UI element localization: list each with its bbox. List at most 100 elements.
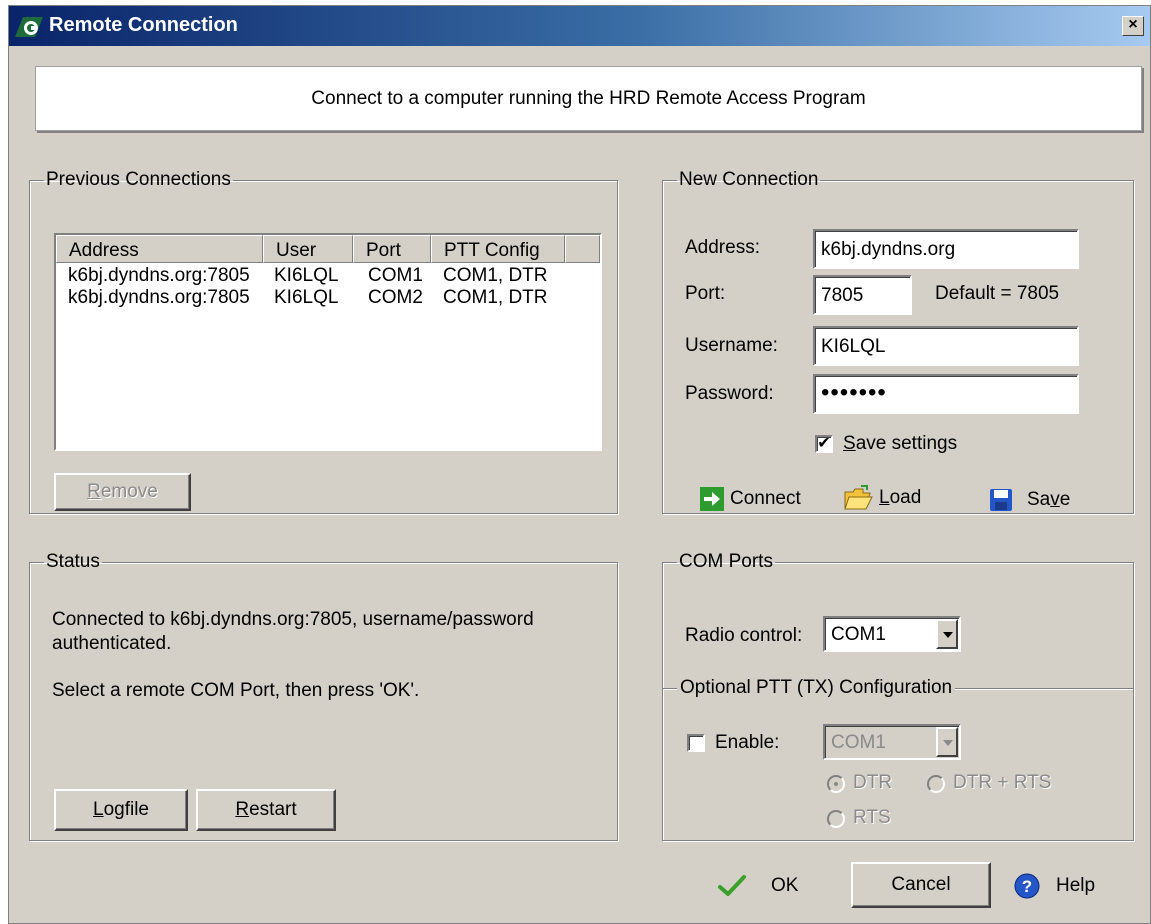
status-legend: Status (46, 551, 100, 572)
com-ports-legend: COM Ports (679, 551, 773, 572)
checkmark-icon: ✔ (817, 435, 831, 452)
save-button[interactable]: Save (989, 488, 1070, 512)
status-line-1: Connected to k6bj.dyndns.org:7805, usern… (52, 609, 534, 630)
remote-connection-window: Remote Connection × Connect to a compute… (8, 5, 1151, 924)
logfile-mnemonic: L (93, 799, 104, 820)
ptt-enable-label[interactable]: Enable: (715, 732, 779, 754)
ptt-dtr-rts-label[interactable]: DTR + RTS (953, 772, 1051, 794)
password-label: Password: (685, 383, 774, 404)
help-question-icon: ? (1014, 873, 1040, 899)
save-settings-mnemonic: S (843, 433, 856, 454)
save-label-post: e (1059, 489, 1071, 510)
status-group: Status Connected to k6bj.dyndns.org:7805… (29, 551, 618, 841)
hrd-app-icon (15, 17, 43, 37)
help-button[interactable]: ? Help (1014, 873, 1095, 899)
chevron-down-icon[interactable] (936, 619, 958, 649)
column-header-address[interactable]: Address (56, 235, 263, 263)
address-label: Address: (685, 237, 760, 258)
save-label-pre: Sa (1027, 489, 1051, 510)
cancel-label: Cancel (891, 874, 951, 895)
status-line-2: authenticated. (52, 633, 172, 654)
row-user: KI6LQL (274, 265, 339, 286)
chevron-down-icon[interactable] (936, 727, 958, 757)
checkmark-icon (718, 875, 746, 896)
load-label: oad (889, 487, 922, 508)
close-button[interactable]: × (1122, 16, 1144, 36)
ok-label: OK (771, 875, 799, 896)
ptt-port-select[interactable]: COM1 (823, 724, 961, 760)
column-header-filler (565, 235, 600, 263)
window-title: Remote Connection (49, 14, 238, 36)
column-header-ptt-config[interactable]: PTT Config (431, 235, 565, 263)
column-header-user[interactable]: User (263, 235, 353, 263)
ptt-dtr-label[interactable]: DTR (853, 772, 892, 794)
address-input[interactable]: k6bj.dyndns.org (813, 229, 1079, 269)
cancel-button[interactable]: Cancel (851, 862, 991, 908)
row-port: COM1 (368, 265, 423, 286)
row-ptt-config: COM1, DTR (443, 265, 548, 286)
username-input[interactable]: KI6LQL (813, 326, 1079, 366)
com-ports-group: COM Ports Radio control: COM1 Optional P… (662, 551, 1134, 841)
row-ptt-config: COM1, DTR (443, 287, 548, 308)
previous-connections-group: Previous Connections Address User Port P… (29, 169, 618, 514)
status-line-3: Select a remote COM Port, then press 'OK… (52, 680, 420, 701)
restart-button[interactable]: Restart (196, 789, 336, 831)
ptt-port-value: COM1 (831, 732, 886, 753)
save-settings-text: ave settings (855, 433, 958, 454)
connect-arrow-icon (700, 487, 724, 511)
previous-connections-legend: Previous Connections (46, 169, 231, 190)
save-settings-label[interactable]: Save settings (843, 433, 957, 455)
load-mnemonic: L (879, 487, 890, 508)
password-value: ••••••• (821, 379, 887, 406)
close-icon: × (1128, 16, 1138, 33)
radio-control-value: COM1 (831, 624, 886, 645)
ptt-dtr-radio[interactable] (827, 775, 845, 793)
address-value: k6bj.dyndns.org (821, 239, 956, 260)
radio-control-select[interactable]: COM1 (823, 616, 961, 652)
banner-text: Connect to a computer running the HRD Re… (311, 87, 866, 109)
svg-text:?: ? (1022, 877, 1032, 896)
save-settings-checkbox[interactable]: ✔ (815, 435, 833, 453)
logfile-button[interactable]: Logfile (54, 789, 188, 831)
floppy-disk-icon (990, 489, 1012, 511)
connect-button[interactable]: Connect (700, 487, 801, 511)
row-port: COM2 (368, 287, 423, 308)
folder-open-icon (844, 485, 873, 510)
connect-label: Connect (730, 488, 801, 509)
connections-list-header: Address User Port PTT Config (56, 235, 600, 263)
help-label: Help (1056, 875, 1096, 896)
remove-label: emove (100, 481, 158, 502)
radio-control-label: Radio control: (685, 625, 803, 646)
new-connection-legend: New Connection (679, 169, 819, 190)
logfile-label: ogfile (103, 799, 149, 820)
ptt-rts-label[interactable]: RTS (853, 807, 891, 829)
restart-mnemonic: R (235, 799, 250, 820)
remove-button[interactable]: Remove (54, 473, 191, 511)
password-input[interactable]: ••••••• (813, 374, 1079, 414)
ptt-dtr-rts-radio[interactable] (927, 775, 945, 793)
remove-mnemonic: R (87, 481, 101, 502)
port-default-hint: Default = 7805 (935, 283, 1060, 304)
row-user: KI6LQL (274, 287, 339, 308)
title-bar[interactable]: Remote Connection × (9, 6, 1150, 46)
username-value: KI6LQL (821, 336, 886, 357)
column-header-port[interactable]: Port (353, 235, 431, 263)
port-label: Port: (685, 283, 726, 304)
port-input[interactable]: 7805 (813, 275, 912, 315)
row-address: k6bj.dyndns.org:7805 (68, 265, 250, 286)
instruction-banner: Connect to a computer running the HRD Re… (35, 66, 1142, 131)
username-label: Username: (685, 335, 778, 356)
save-mnemonic: v (1050, 489, 1060, 510)
ptt-rts-radio[interactable] (827, 810, 845, 828)
ok-button[interactable]: OK (717, 874, 798, 898)
ptt-enable-checkbox[interactable] (687, 734, 705, 752)
connections-list[interactable]: Address User Port PTT Config k6bj.dyndns… (54, 233, 602, 451)
ptt-config-legend: Optional PTT (TX) Configuration (677, 677, 956, 699)
table-row[interactable]: k6bj.dyndns.org:7805 KI6LQL COM1 COM1, D… (56, 265, 600, 287)
table-row[interactable]: k6bj.dyndns.org:7805 KI6LQL COM2 COM1, D… (56, 287, 600, 309)
new-connection-group: New Connection Address: k6bj.dyndns.org … (662, 169, 1134, 514)
row-address: k6bj.dyndns.org:7805 (68, 287, 250, 308)
port-value: 7805 (821, 285, 864, 306)
restart-label: estart (249, 799, 297, 820)
load-button[interactable]: Load (843, 484, 921, 512)
